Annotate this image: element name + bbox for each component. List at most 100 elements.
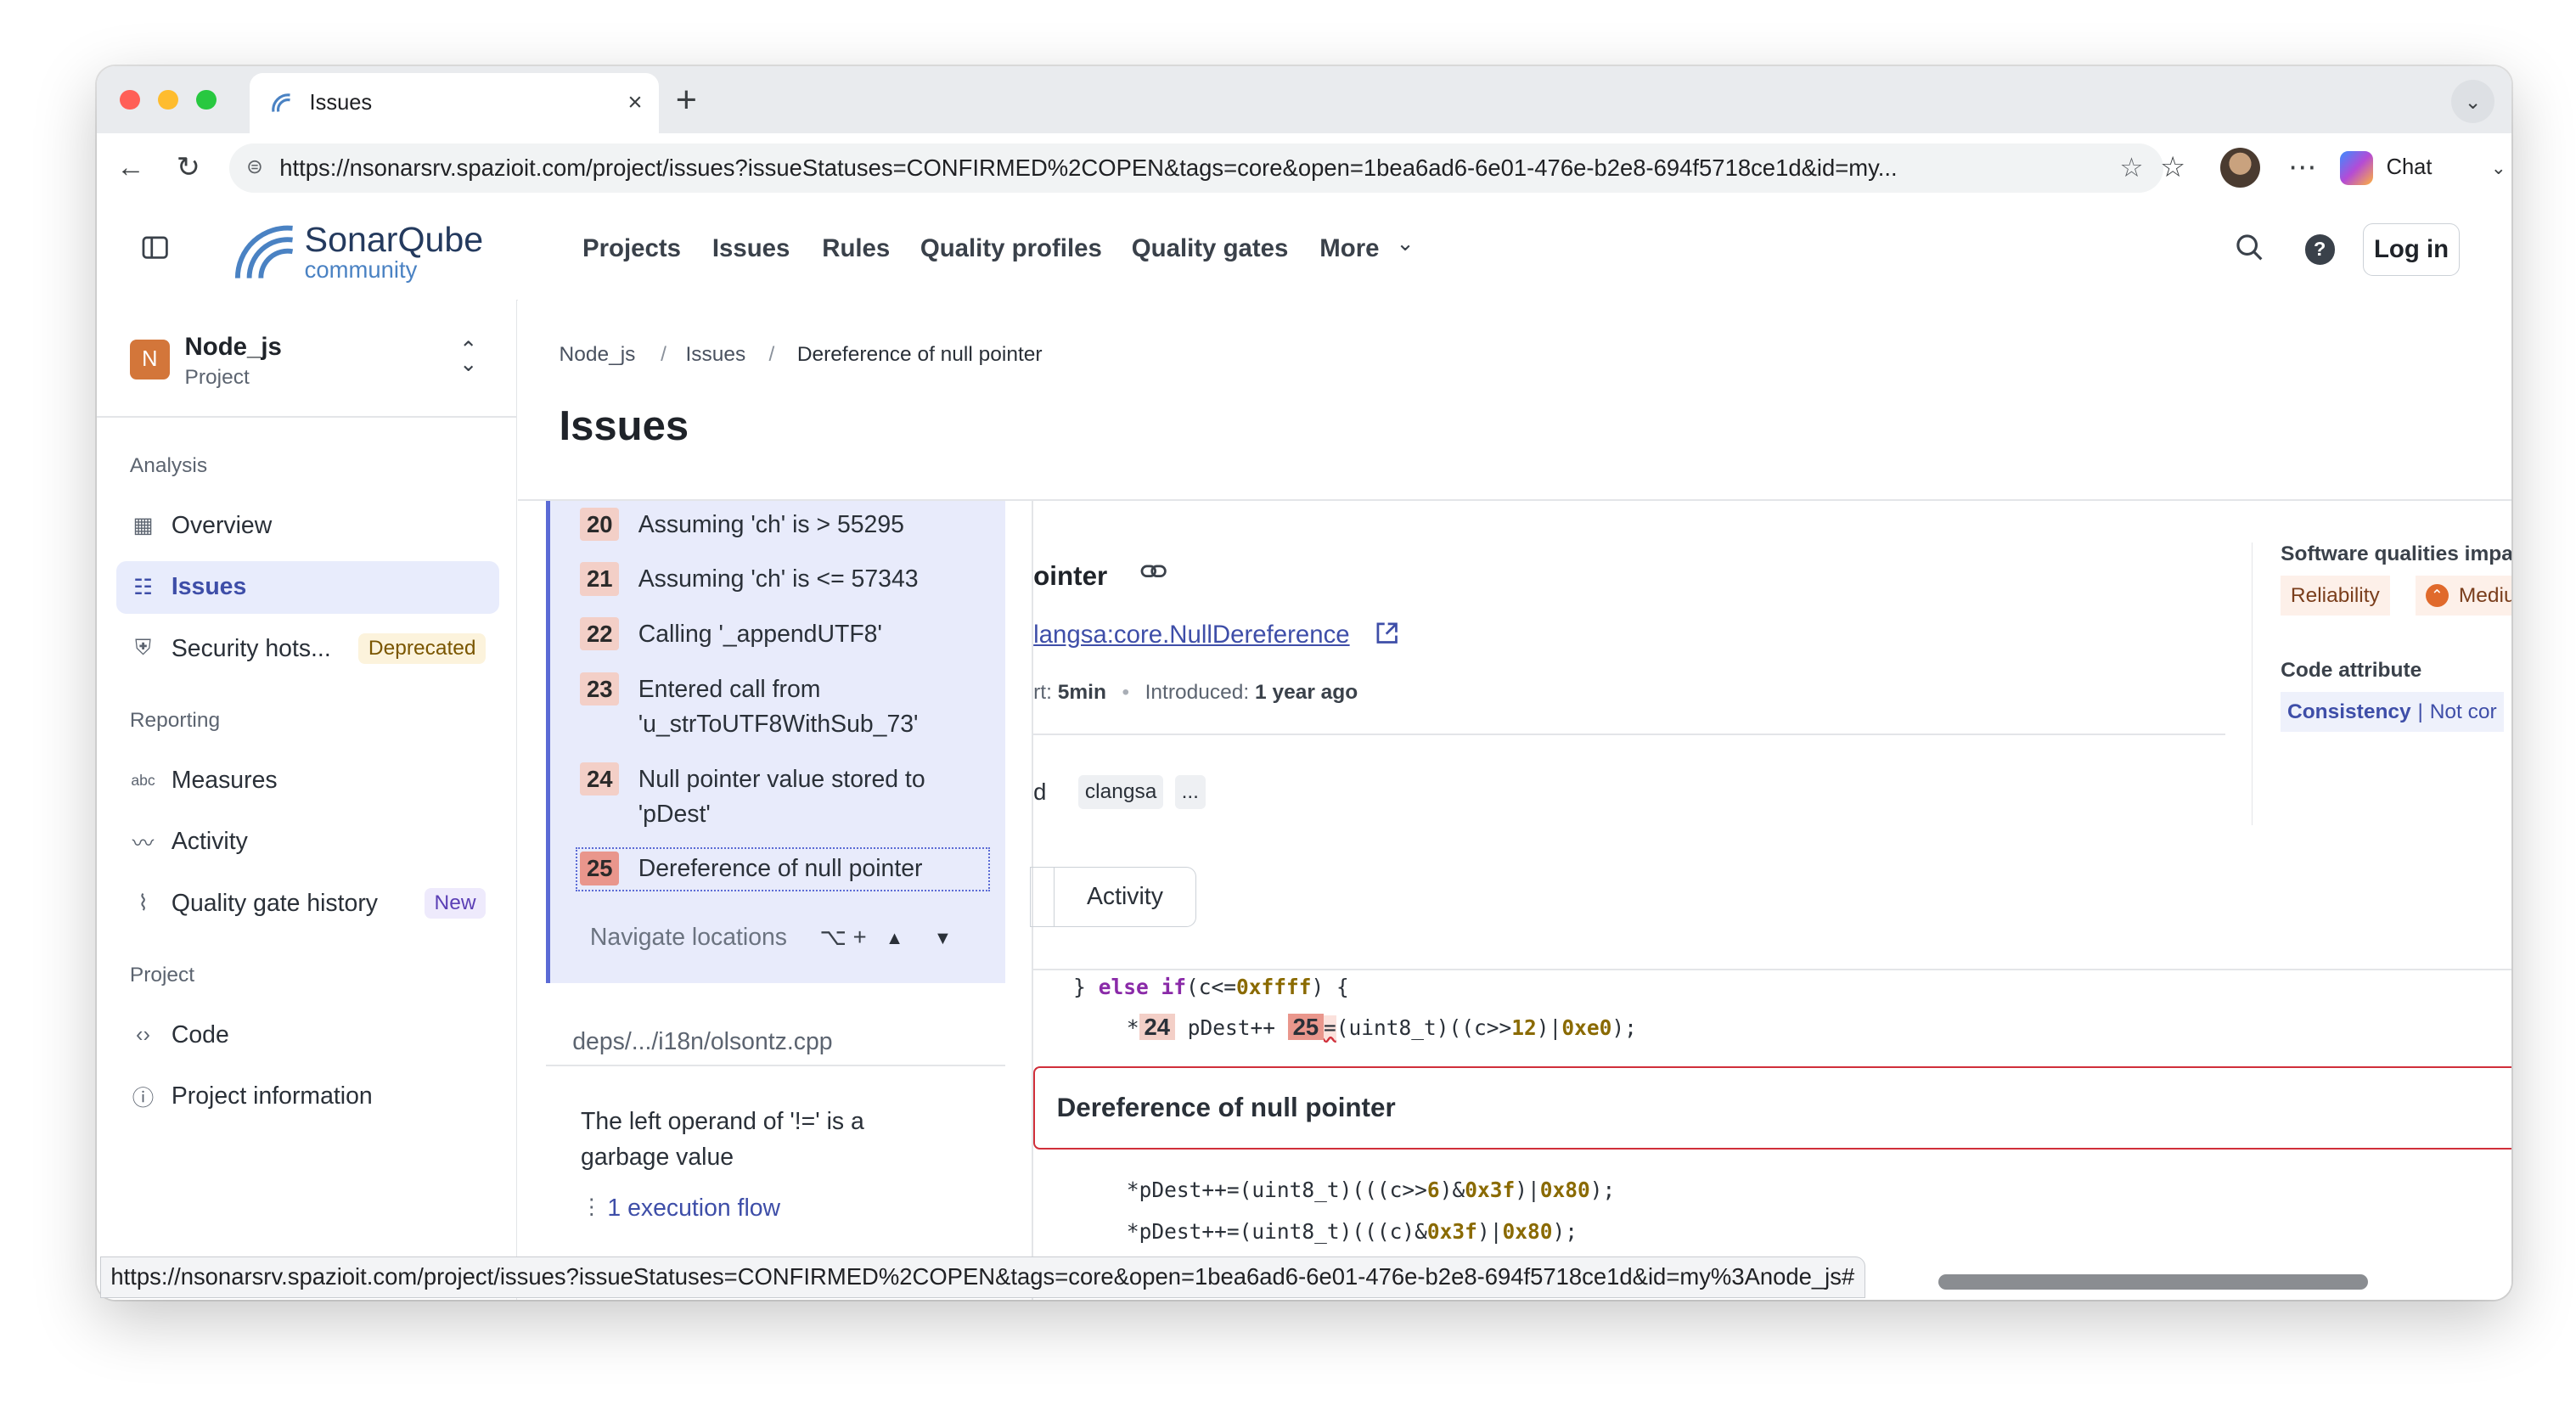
copilot-chat-button[interactable]: Chat ⌄ [2339, 146, 2506, 189]
flow-step-selected[interactable]: 25 Dereference of null pointer [575, 846, 992, 892]
sonarqube-logo-icon[interactable] [233, 222, 299, 289]
external-link-icon[interactable] [1375, 621, 1399, 652]
browser-tab[interactable]: Issues × [249, 73, 660, 133]
tag-clangsa[interactable]: clangsa [1078, 775, 1164, 809]
arrow-up-icon[interactable]: ▲ [878, 924, 911, 953]
chevron-down-icon[interactable]: ⌄ [1396, 231, 1414, 256]
reload-icon[interactable]: ↻ [177, 151, 200, 184]
reliability-label: Reliability [2290, 583, 2380, 607]
project-sidebar: N Node_js Project ⌃ ⌄ Analysis ▦ Overview… [96, 299, 517, 1300]
new-badge: New [424, 888, 487, 919]
breadcrumb-separator: / [768, 342, 775, 366]
star-icon[interactable]: ☆ [2119, 153, 2143, 183]
back-icon[interactable]: ← [116, 151, 144, 184]
new-tab-button[interactable]: + [676, 80, 697, 121]
chevron-down-icon[interactable]: ⌄ [2491, 157, 2506, 179]
flow-step-text: Calling '_appendUTF8' [638, 621, 882, 649]
issue-file-path[interactable]: deps/.../i18n/olsontz.cpp [572, 1028, 832, 1056]
nav-more[interactable]: More [1319, 234, 1379, 263]
profile-avatar[interactable] [2219, 148, 2260, 188]
severity-chip[interactable]: ⌃ Mediu [2415, 576, 2511, 616]
sidebar-item-project-information[interactable]: ⓘ Project information [116, 1070, 499, 1123]
sidebar-toggle-icon[interactable] [142, 234, 168, 267]
nav-rules[interactable]: Rules [822, 234, 890, 263]
reliability-chip[interactable]: Reliability [2281, 576, 2390, 616]
horizontal-scrollbar[interactable] [1938, 1274, 2369, 1290]
sidebar-item-label: Quality gate history [171, 889, 378, 917]
address-bar[interactable]: ⊜ https://nsonarsrv.spazioit.com/project… [229, 143, 2163, 194]
breadcrumb-issues[interactable]: Issues [686, 343, 746, 367]
flow-step[interactable]: 23 Entered call from 'u_strToUTF8WithSub… [580, 672, 986, 742]
tag-prefix: d [1033, 779, 1047, 806]
flow-step-number: 22 [580, 617, 620, 651]
help-icon[interactable]: ? [2304, 234, 2335, 265]
code-attribute-chip[interactable]: Consistency | Not cor [2281, 692, 2504, 733]
introduced-label: Introduced: [1145, 680, 1250, 704]
flow-step[interactable]: 20 Assuming 'ch' is > 55295 [580, 507, 986, 542]
issue-message[interactable]: The left operand of '!=' is a garbage va… [581, 1105, 947, 1174]
nav-quality-gates[interactable]: Quality gates [1132, 234, 1289, 263]
tab-partial[interactable] [1030, 867, 1054, 927]
code-line: *pDest++=(uint8_t)(((c)&0x3f)|0x80); [1126, 1218, 1578, 1244]
flow-step[interactable]: 24 Null pointer value stored to 'pDest' [580, 762, 986, 832]
brand-name[interactable]: SonarQube [305, 220, 484, 260]
more-options-icon[interactable]: ⋯ [2288, 151, 2316, 184]
favorites-icon[interactable]: ☆ [2160, 151, 2185, 184]
sidebar-item-activity[interactable]: 〰 Activity [116, 815, 499, 869]
section-reporting: Reporting [129, 708, 221, 732]
execution-flow-link[interactable]: 1 execution flow [607, 1195, 780, 1223]
sidebar-item-overview[interactable]: ▦ Overview [116, 499, 499, 553]
sidebar-item-issues[interactable]: ☷ Issues [116, 560, 499, 615]
sidebar-item-security-hotspots[interactable]: ⛨ Security hots... Deprecated [116, 622, 499, 676]
info-icon: ⓘ [132, 1087, 155, 1111]
code-location-marker[interactable]: 24 [1139, 1013, 1175, 1040]
section-project: Project [129, 963, 195, 987]
qualities-panel: Software qualities impa Reliability ⌃ Me… [2251, 542, 2511, 826]
login-button[interactable]: Log in [2363, 222, 2460, 277]
issue-title: ointer [1033, 560, 1108, 591]
tab-activity[interactable]: Activity [1053, 867, 1197, 927]
site-info-icon[interactable]: ⊜ [246, 155, 263, 178]
sidebar-item-code[interactable]: ‹› Code [116, 1009, 499, 1062]
nav-projects[interactable]: Projects [582, 234, 681, 263]
sidebar-item-measures[interactable]: abc Measures [116, 754, 499, 807]
browser-toolbar: ← ↻ ⊜ https://nsonarsrv.spazioit.com/pro… [96, 132, 2511, 205]
sidebar-item-quality-gate-history[interactable]: ⌇ Quality gate history New [116, 877, 499, 930]
flow-step[interactable]: 22 Calling '_appendUTF8' [580, 617, 986, 652]
rule-link[interactable]: langsa:core.NullDereference [1033, 621, 1349, 649]
search-icon[interactable] [2235, 233, 2264, 269]
link-icon[interactable] [1140, 558, 1167, 588]
breadcrumb-separator: / [661, 342, 666, 366]
project-name[interactable]: Node_js [185, 333, 282, 362]
project-switcher-icon[interactable]: ⌃ ⌄ [459, 339, 477, 375]
code-attribute-label: Code attribute [2281, 659, 2422, 683]
tab-close-icon[interactable]: × [627, 88, 642, 117]
option-shortcut-text: ⌥ + [819, 923, 867, 950]
top-nav: SonarQube community Projects Issues Rule… [96, 203, 2511, 301]
arrow-down-icon[interactable]: ▼ [926, 924, 959, 953]
sidebar-divider [96, 415, 516, 418]
tab-search-chevron-icon[interactable]: ⌄ [2451, 80, 2495, 124]
issue-location-box[interactable]: Dereference of null pointer [1033, 1066, 2511, 1150]
code-icon: ‹› [136, 1022, 151, 1047]
project-kind: Project [184, 366, 250, 390]
minimize-window-button[interactable] [158, 89, 178, 110]
flow-step-text: Dereference of null pointer [638, 855, 923, 883]
effort-value: 5min [1057, 680, 1106, 704]
nav-quality-profiles[interactable]: Quality profiles [920, 234, 1102, 263]
section-analysis: Analysis [129, 454, 208, 478]
tag-more[interactable]: ... [1174, 775, 1206, 809]
zoom-window-button[interactable] [196, 89, 217, 110]
nav-issues[interactable]: Issues [712, 234, 790, 263]
url-text: https://nsonarsrv.spazioit.com/project/i… [279, 154, 1898, 181]
brand-edition: community [304, 256, 418, 283]
issue-box-message: Dereference of null pointer [1056, 1093, 1396, 1123]
flow-step[interactable]: 21 Assuming 'ch' is <= 57343 [580, 562, 986, 597]
breadcrumb-project[interactable]: Node_js [560, 343, 636, 367]
flow-step-number: 21 [580, 562, 620, 596]
code-location-marker[interactable]: 25 [1287, 1013, 1324, 1040]
close-window-button[interactable] [120, 89, 140, 110]
introduced-value: 1 year ago [1255, 680, 1358, 704]
measures-icon: abc [131, 771, 155, 789]
sidebar-item-label: Activity [171, 828, 248, 856]
